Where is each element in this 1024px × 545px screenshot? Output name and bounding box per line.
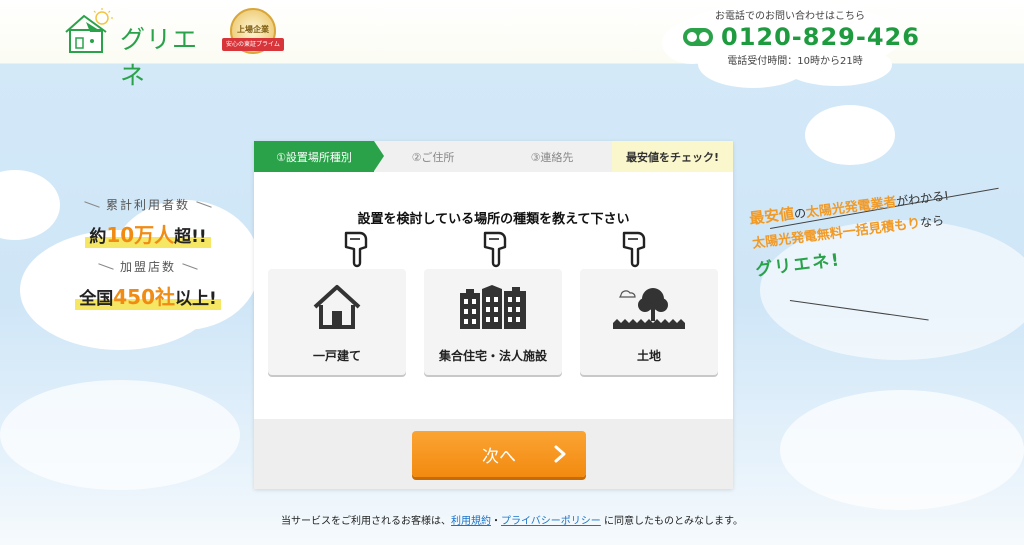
stores-suffix: 以上! [174,289,217,309]
form-question: 設置を検討している場所の種類を教えて下さい [357,212,630,227]
next-button[interactable]: 次へ [412,431,586,477]
house-solar-logo-icon [65,8,113,53]
users-suffix: 超!! [174,227,207,247]
step-2-address: ②ご住所 [411,150,455,164]
phone-number-link[interactable]: 0120-829-426 [683,23,920,51]
privacy-policy-link[interactable]: プライバシーポリシー [501,516,601,527]
option-label: 一戸建て [312,349,361,363]
users-label: 累計利用者数 [58,196,238,213]
pointing-hand-icon [622,231,646,268]
option-land[interactable]: 土地 [580,269,718,375]
users-prefix: 約 [89,227,107,247]
users-value: 約10万人超!! [85,219,211,248]
site-logo[interactable]: グリエネ [62,8,212,90]
agree-suffix: に同意したものとみなします。 [600,516,743,527]
option-apartment-corporate[interactable]: 集合住宅・法人施設 [424,269,562,375]
pointing-hand-icon [344,231,368,268]
house-icon [313,285,361,329]
listed-company-badge: 上場企業 安心の東証プライム [218,8,288,60]
quote-form-card: ①設置場所種別 ②ご住所 ③連絡先 最安値をチェック! 設置を検討している場所の… [254,141,733,489]
logo-text: グリエネ [120,25,199,90]
step-4-check-price: 最安値をチェック! [612,141,733,172]
stores-number: 450社 [113,285,175,309]
chevron-right-icon [554,445,566,463]
stores-value: 全国450社以上! [75,281,221,310]
badge-title: 上場企業 [237,25,269,34]
step-1-location-type: ①設置場所種別 [254,141,384,172]
option-label: 集合住宅・法人施設 [438,349,547,363]
phone-number: 0120-829-426 [721,23,920,51]
badge-ribbon: 安心の東証プライム [222,38,284,51]
next-button-label: 次へ [482,446,516,467]
tagline-if: なら [919,213,945,231]
stores-label: 加盟店数 [58,258,238,275]
phone-hours: 電話受付時間：10時から21時 [727,56,863,67]
step-3-contact: ③連絡先 [530,150,574,164]
terms-link[interactable]: 利用規約 [451,516,491,527]
tagline-cheapest: 最安値 [748,204,796,228]
free-dial-icon [683,28,713,46]
cloud-decoration [780,390,1024,510]
pointing-hand-icon [483,231,507,268]
cloud-decoration [0,170,60,240]
phone-caption: お電話でのお問い合わせはこちら [715,11,865,22]
option-detached-house[interactable]: 一戸建て [268,269,406,375]
stats-panel: 累計利用者数 約10万人超!! 加盟店数 全国450社以上! [58,196,238,320]
terms-agreement: 当サービスをご利用されるお客様は、利用規約・プライバシーポリシー に同意したもの… [0,512,1024,527]
cloud-decoration [0,380,240,490]
apartment-buildings-icon [460,285,526,329]
stores-prefix: 全国 [79,289,114,309]
cloud-decoration [805,105,895,165]
land-tree-icon [613,288,685,329]
users-number: 10万人 [106,223,175,247]
option-label: 土地 [636,349,661,363]
step-indicator: ①設置場所種別 ②ご住所 ③連絡先 最安値をチェック! [254,141,733,172]
tagline-understand: がわかる! [895,188,950,209]
agree-prefix: 当サービスをご利用されるお客様は、 [281,516,451,527]
agree-separator: ・ [491,516,501,527]
